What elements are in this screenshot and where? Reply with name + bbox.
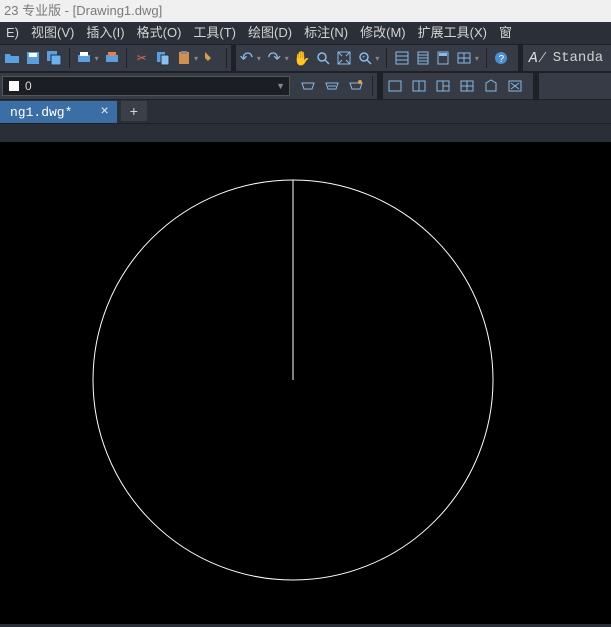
document-tab-label: ng1.dwg*	[10, 105, 72, 120]
document-tab-active[interactable]: ng1.dwg* ×	[0, 101, 117, 123]
divider	[533, 72, 539, 100]
dropdown-icon[interactable]: ▾	[285, 54, 292, 63]
drawing-canvas[interactable]	[0, 142, 611, 624]
layer-iso-icon[interactable]	[345, 75, 367, 97]
toolbar-layers: 0 ▼	[0, 72, 611, 100]
sheet-icon[interactable]	[413, 47, 432, 69]
zoom-window-icon[interactable]	[314, 47, 333, 69]
svg-text:?: ?	[499, 54, 505, 65]
properties-icon[interactable]	[392, 47, 411, 69]
text-style-icon: A⁄	[529, 50, 547, 67]
svg-text:+: +	[362, 55, 366, 61]
toolbar-main: ▾ ✂ ▾ ↶ ▾ ↷ ▾ ✋ + ▾ ▾ ? A⁄ Standa	[0, 44, 611, 72]
menu-format[interactable]: 格式(O)	[131, 22, 188, 44]
viewport-clip-icon[interactable]	[504, 75, 526, 97]
viewport-2-icon[interactable]	[408, 75, 430, 97]
menu-insert[interactable]: 插入(I)	[80, 22, 130, 44]
new-tab-button[interactable]: +	[121, 101, 147, 121]
separator	[486, 48, 487, 68]
redo-icon[interactable]: ↷	[265, 47, 284, 69]
document-tab-bar: ng1.dwg* × +	[0, 100, 611, 124]
zoom-realtime-icon[interactable]: +	[355, 47, 374, 69]
zoom-extents-icon[interactable]	[334, 47, 353, 69]
table-icon[interactable]	[455, 47, 474, 69]
separator	[386, 48, 387, 68]
separator	[226, 48, 227, 68]
copy-icon[interactable]	[153, 47, 172, 69]
layer-state-icon[interactable]	[321, 75, 343, 97]
calc-icon[interactable]	[434, 47, 453, 69]
dropdown-icon[interactable]: ▾	[194, 54, 201, 63]
viewport-3-icon[interactable]	[432, 75, 454, 97]
divider	[231, 44, 236, 72]
paste-icon[interactable]	[174, 47, 193, 69]
chevron-down-icon: ▼	[276, 81, 285, 91]
saveall-icon[interactable]	[45, 47, 64, 69]
text-style-selector[interactable]: A⁄ Standa	[523, 50, 609, 67]
menu-modify[interactable]: 修改(M)	[354, 22, 412, 44]
cut-icon[interactable]: ✂	[132, 47, 151, 69]
separator	[372, 76, 373, 96]
menu-dimension[interactable]: 标注(N)	[298, 22, 354, 44]
dropdown-icon[interactable]: ▾	[95, 54, 102, 63]
separator	[126, 48, 127, 68]
layer-prev-icon[interactable]	[297, 75, 319, 97]
menu-edit[interactable]: E)	[0, 22, 25, 44]
viewport-poly-icon[interactable]	[480, 75, 502, 97]
layer-name: 0	[25, 79, 32, 93]
plot-icon[interactable]	[103, 47, 122, 69]
layer-combo[interactable]: 0 ▼	[2, 76, 290, 96]
menu-bar: E) 视图(V) 插入(I) 格式(O) 工具(T) 绘图(D) 标注(N) 修…	[0, 22, 611, 44]
close-tab-icon[interactable]: ×	[100, 104, 108, 120]
menu-window[interactable]: 窗	[493, 22, 518, 44]
match-icon[interactable]	[202, 47, 221, 69]
separator	[69, 48, 70, 68]
text-style-name: Standa	[553, 50, 603, 66]
menu-ext-tools[interactable]: 扩展工具(X)	[412, 22, 493, 44]
menu-tools[interactable]: 工具(T)	[187, 22, 242, 44]
dropdown-icon[interactable]: ▾	[375, 54, 382, 63]
viewport-4-icon[interactable]	[456, 75, 478, 97]
layer-color-swatch	[9, 81, 19, 91]
title-bar: 23 专业版 - [Drawing1.dwg]	[0, 0, 611, 22]
dropdown-icon[interactable]: ▾	[257, 54, 264, 63]
help-icon[interactable]: ?	[492, 47, 511, 69]
open-icon[interactable]	[3, 47, 22, 69]
save-icon[interactable]	[24, 47, 43, 69]
plus-icon: +	[130, 103, 138, 119]
title-text: 23 专业版 - [Drawing1.dwg]	[4, 3, 162, 18]
drawing-svg	[0, 142, 611, 624]
print-icon[interactable]	[75, 47, 94, 69]
dropdown-icon[interactable]: ▾	[475, 54, 482, 63]
pan-icon[interactable]: ✋	[293, 47, 312, 69]
menu-draw[interactable]: 绘图(D)	[242, 22, 298, 44]
viewport-1-icon[interactable]	[384, 75, 406, 97]
menu-view[interactable]: 视图(V)	[25, 22, 80, 44]
undo-icon[interactable]: ↶	[237, 47, 256, 69]
